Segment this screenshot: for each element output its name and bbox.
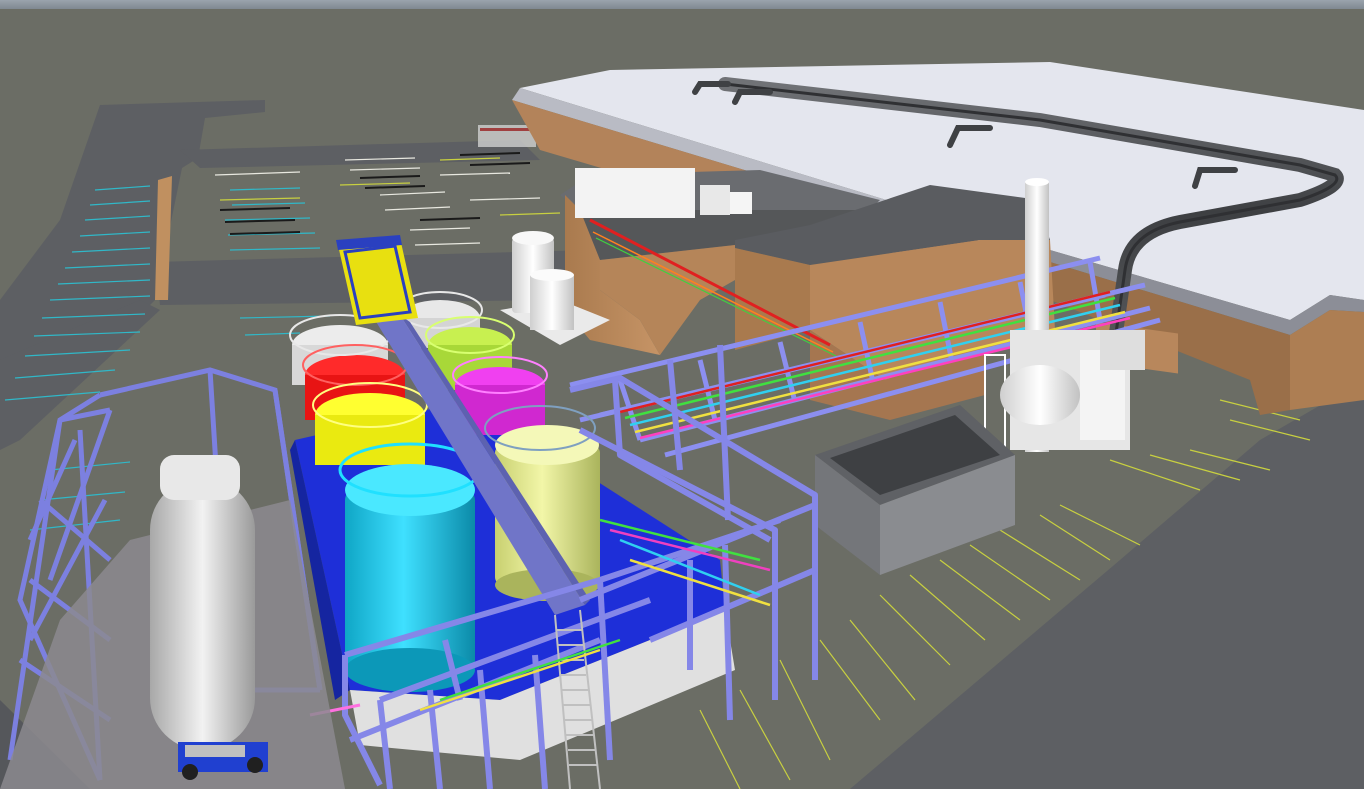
3d-viewport[interactable]	[0, 0, 1364, 789]
distant-canopy	[478, 125, 536, 147]
viewport-top-edge	[0, 0, 1364, 9]
cyan-tank	[345, 490, 475, 670]
boiler-equipment	[1000, 330, 1145, 450]
plant-model-render[interactable]	[0, 0, 1364, 789]
rooftop-units	[575, 168, 695, 218]
